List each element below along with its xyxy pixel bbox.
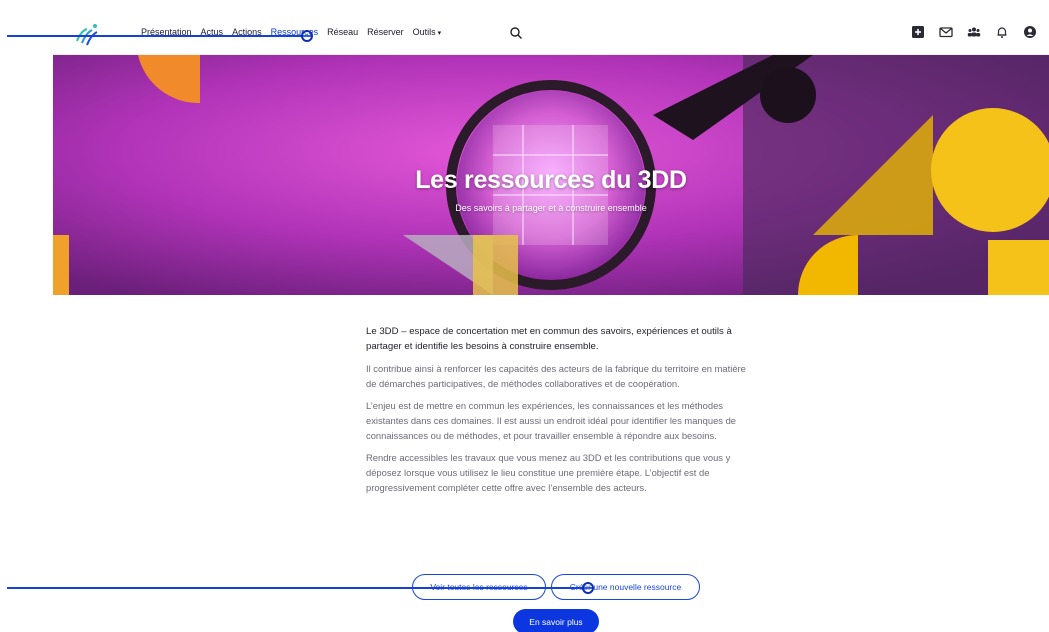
add-square-icon[interactable] <box>911 25 925 39</box>
intro-text: Le 3DD – espace de concertation met en c… <box>366 324 750 502</box>
cursor-marker-top <box>301 30 313 42</box>
hero-banner: Les ressources du 3DD Des savoirs à part… <box>53 55 1049 295</box>
intro-paragraph: L’enjeu est de mettre en commun les expé… <box>366 400 737 441</box>
nav-link-outils-label: Outils <box>412 27 436 37</box>
user-toolbar <box>911 25 1037 39</box>
bell-icon[interactable] <box>995 25 1009 39</box>
intro-lead: Le 3DD – espace de concertation met en c… <box>366 326 732 352</box>
nav-link-reseau[interactable]: Réseau <box>327 27 358 37</box>
search-icon[interactable] <box>509 26 523 40</box>
hero-title: Les ressources du 3DD <box>415 166 687 194</box>
nav-link-outils[interactable]: Outils ▾ <box>413 27 442 37</box>
cursor-marker-bottom <box>582 582 594 594</box>
nav-link-reserver[interactable]: Réserver <box>367 27 404 37</box>
page: Présentation Actus Actions Ressources Ré… <box>0 0 1049 632</box>
chevron-down-icon: ▾ <box>437 30 442 37</box>
mail-icon[interactable] <box>939 25 953 39</box>
hero-subtitle: Des savoirs à partager et à construire e… <box>455 203 647 213</box>
group-icon[interactable] <box>967 25 981 39</box>
intro-paragraph: Rendre accessibles les travaux que vous … <box>366 452 731 493</box>
learn-more-button[interactable]: En savoir plus <box>513 609 599 632</box>
site-logo-icon[interactable] <box>73 21 101 47</box>
annotation-line-top <box>7 35 312 37</box>
account-icon[interactable] <box>1023 25 1037 39</box>
left-gutter <box>0 0 53 632</box>
annotation-line-bottom <box>7 587 592 589</box>
intro-paragraph: Il contribue ainsi à renforcer les capac… <box>366 363 746 389</box>
